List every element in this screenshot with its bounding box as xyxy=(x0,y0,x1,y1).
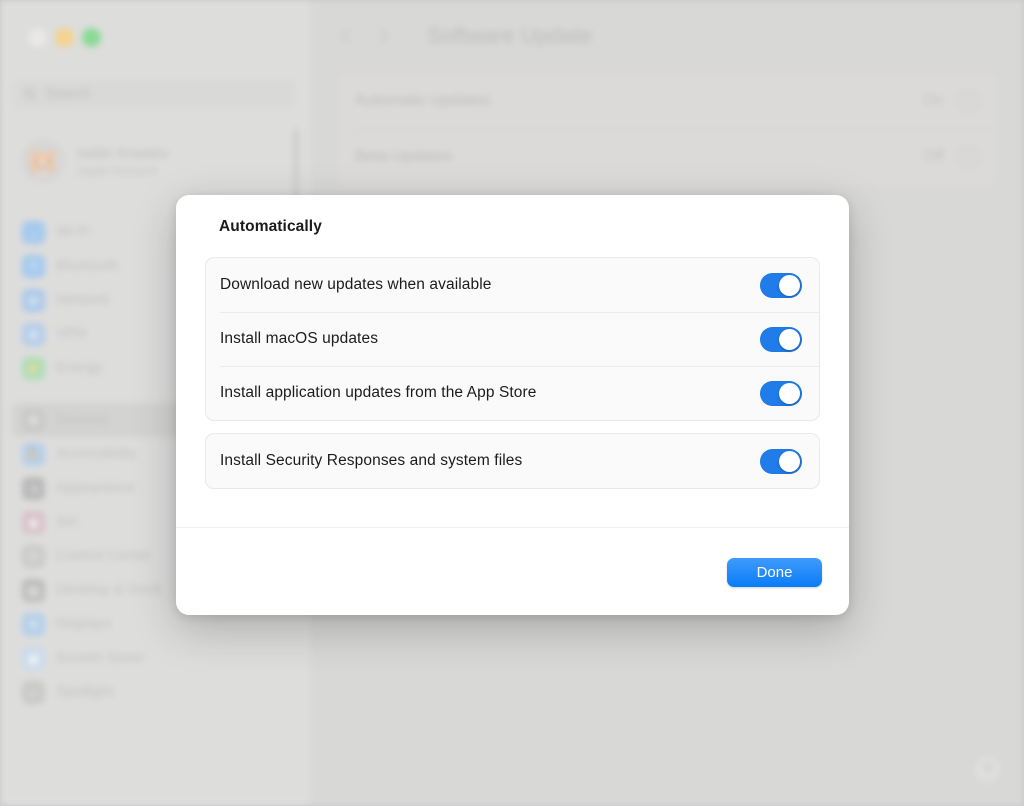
sidebar-item-spotlight[interactable]: ⌕ Spotlight xyxy=(12,675,302,709)
option-label: Install Security Responses and system fi… xyxy=(220,452,523,469)
settings-row[interactable]: Beta Updates Off i xyxy=(337,129,997,185)
toggle-knob xyxy=(779,274,800,296)
toggle-switch[interactable] xyxy=(760,380,802,406)
spotlight-icon: ⌕ xyxy=(22,680,45,704)
toggle-switch[interactable] xyxy=(760,272,802,298)
automatically-sheet: Automatically Download new updates when … xyxy=(176,195,849,615)
done-button[interactable]: Done xyxy=(727,558,822,587)
apple-account-item[interactable]: 🐹 Ivelin Krastev Apple Account xyxy=(14,133,295,189)
sheet-title: Automatically xyxy=(219,218,322,235)
search-input[interactable]: Search xyxy=(14,80,295,108)
toggle-knob xyxy=(779,450,800,472)
siri-icon: ◉ xyxy=(22,510,45,534)
option-row[interactable]: Install Security Responses and system fi… xyxy=(206,434,819,488)
sidebar-item-label: VPN xyxy=(56,326,87,342)
sidebar-item-label: Bluetooth xyxy=(56,258,119,274)
sidebar-item-label: Desktop & Dock xyxy=(56,582,162,598)
account-name: Ivelin Krastev xyxy=(77,144,169,162)
accessibility-icon: ⛹ xyxy=(22,442,45,466)
window-traffic-lights xyxy=(28,28,101,47)
system-settings-window: Search 🐹 Ivelin Krastev Apple Account ◞ W… xyxy=(0,0,1024,806)
sidebar-item-label: Control Center xyxy=(56,548,152,564)
sidebar-item-label: Siri xyxy=(56,514,78,530)
maximize-button[interactable] xyxy=(82,28,101,47)
search-placeholder: Search xyxy=(45,86,91,102)
appearance-icon: ◑ xyxy=(22,476,45,500)
gear-icon: ⚙ xyxy=(22,408,45,432)
page-title: Software Update xyxy=(427,23,593,48)
desktop-dock-icon: ▤ xyxy=(22,578,45,602)
toggle-switch[interactable] xyxy=(760,326,802,352)
help-button[interactable]: ? xyxy=(975,757,1000,782)
minimize-button[interactable] xyxy=(55,28,74,47)
displays-icon: ☀ xyxy=(22,612,45,636)
avatar: 🐹 xyxy=(21,139,65,183)
chevron-left-icon[interactable] xyxy=(337,27,355,45)
navigation-bar: Software Update xyxy=(310,0,1024,72)
toggle-knob xyxy=(779,328,800,350)
option-label: Download new updates when available xyxy=(220,276,492,293)
account-subtitle: Apple Account xyxy=(77,163,157,178)
chevron-right-icon[interactable] xyxy=(375,27,393,45)
sidebar-item-screen-saver[interactable]: ▣ Screen Saver xyxy=(12,641,302,675)
sidebar-item-label: Appearance xyxy=(56,480,136,496)
bluetooth-icon: ᛗ xyxy=(22,254,45,278)
option-row[interactable]: Install macOS updates xyxy=(206,312,819,366)
sidebar-item-label: Network xyxy=(56,292,110,308)
primary-options-card: Download new updates when available Insta… xyxy=(205,257,820,421)
settings-row[interactable]: Automatic Updates On i xyxy=(337,73,997,129)
settings-row-label: Beta Updates xyxy=(355,148,452,165)
option-label: Install macOS updates xyxy=(220,330,379,347)
sidebar-item-label: Displays xyxy=(56,616,112,632)
sidebar-item-label: Spotlight xyxy=(56,684,114,700)
sidebar-item-label: Accessibility xyxy=(56,446,137,462)
settings-panel: Automatic Updates On i Beta Updates Off i xyxy=(337,73,997,185)
settings-row-value: Off xyxy=(922,148,944,165)
secondary-options-card: Install Security Responses and system fi… xyxy=(205,433,820,489)
sidebar-item-label: Screen Saver xyxy=(56,650,146,666)
control-center-icon: ☷ xyxy=(22,544,45,568)
toggle-switch[interactable] xyxy=(760,448,802,474)
info-icon[interactable]: i xyxy=(958,90,979,112)
wifi-icon: ◞ xyxy=(22,220,45,244)
screen-saver-icon: ▣ xyxy=(22,646,45,670)
toggle-knob xyxy=(779,382,800,404)
option-row[interactable]: Download new updates when available xyxy=(206,258,819,312)
bolt-icon: ⚡ xyxy=(22,356,45,380)
sidebar-item-label: General xyxy=(56,412,109,428)
info-icon[interactable]: i xyxy=(958,146,979,168)
sidebar-item-label: Energy xyxy=(56,360,103,376)
settings-row-label: Automatic Updates xyxy=(355,92,491,109)
option-label: Install application updates from the App… xyxy=(220,384,537,401)
sidebar-item-label: Wi-Fi xyxy=(56,224,91,240)
search-icon xyxy=(24,88,37,101)
option-row[interactable]: Install application updates from the App… xyxy=(206,366,819,420)
settings-row-value: On xyxy=(922,92,944,109)
globe-icon: ⊕ xyxy=(22,288,45,312)
close-button[interactable] xyxy=(28,28,47,47)
vpn-icon: ⊕ xyxy=(22,322,45,346)
sheet-separator xyxy=(176,527,849,528)
